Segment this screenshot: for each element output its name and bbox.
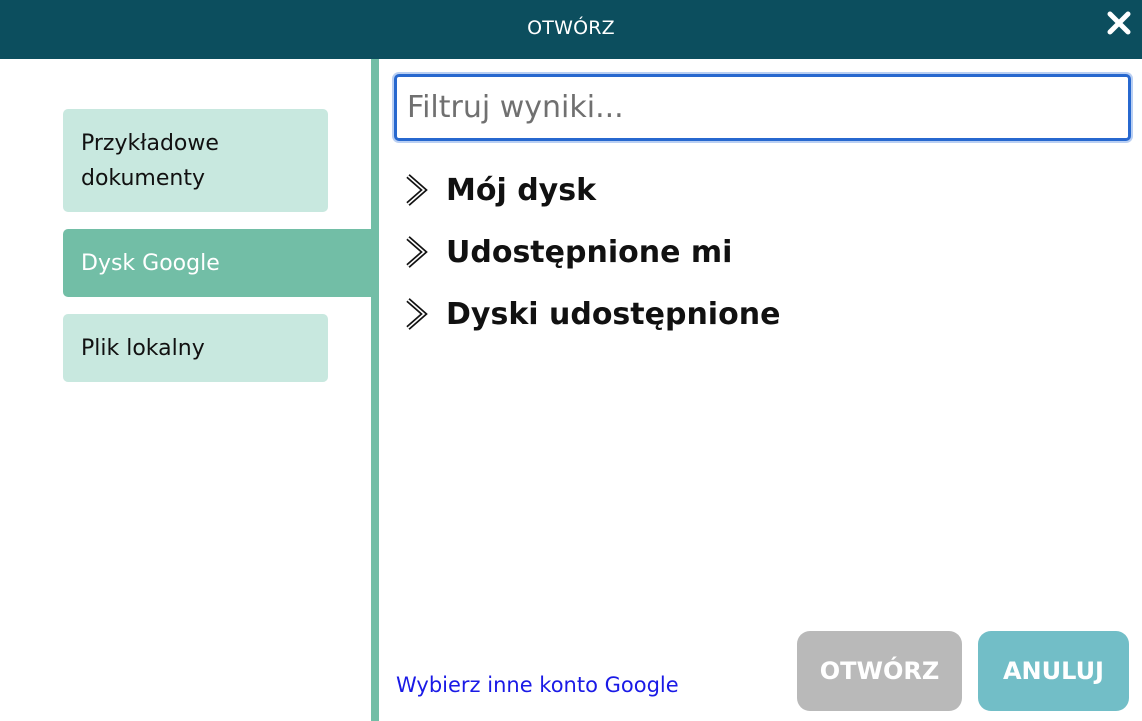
tree-item-label: Dyski udostępnione — [446, 296, 781, 332]
tree-item-shared-with-me[interactable]: Udostępnione mi — [403, 221, 780, 283]
tree-item-label: Mój dysk — [446, 172, 597, 208]
cancel-button[interactable]: ANULUJ — [978, 631, 1129, 711]
sidebar-item-sample-documents[interactable]: Przykładowe dokumenty — [63, 109, 328, 212]
choose-other-account-link[interactable]: Wybierz inne konto Google — [396, 673, 679, 697]
sidebar-item-label: Przykładowe dokumenty — [81, 130, 219, 191]
tree-item-shared-drives[interactable]: Dyski udostępnione — [403, 283, 780, 345]
source-sidebar: Przykładowe dokumenty Dysk Google Plik l… — [0, 59, 371, 721]
chevron-right-icon — [406, 236, 428, 268]
file-browser: Mój dysk Udostępnione mi Dyski udostępni… — [379, 59, 1142, 721]
filter-field[interactable] — [394, 74, 1131, 141]
chevron-right-icon — [406, 298, 428, 330]
folder-tree: Mój dysk Udostępnione mi Dyski udostępni… — [403, 159, 780, 345]
close-icon[interactable] — [1106, 10, 1132, 36]
sidebar-item-local-file[interactable]: Plik lokalny — [63, 314, 328, 382]
filter-input[interactable] — [397, 77, 1128, 138]
sidebar-item-google-drive[interactable]: Dysk Google — [63, 229, 371, 297]
tree-item-label: Udostępnione mi — [446, 234, 733, 270]
tree-item-my-drive[interactable]: Mój dysk — [403, 159, 780, 221]
sidebar-item-label: Dysk Google — [81, 250, 220, 276]
dialog-title: OTWÓRZ — [527, 17, 615, 39]
sidebar-divider — [371, 59, 379, 721]
open-button[interactable]: OTWÓRZ — [797, 631, 962, 711]
dialog-titlebar: OTWÓRZ — [0, 0, 1142, 59]
chevron-right-icon — [406, 174, 428, 206]
sidebar-item-label: Plik lokalny — [81, 335, 205, 361]
